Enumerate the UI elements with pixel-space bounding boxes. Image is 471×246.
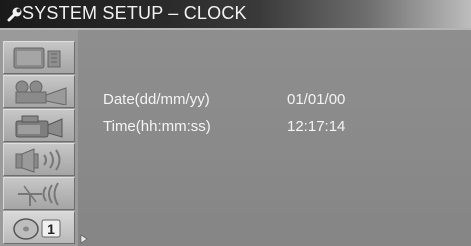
sidebar: 1 xyxy=(0,30,78,246)
date-value[interactable]: 01/01/00 xyxy=(287,91,345,108)
sidebar-item-antenna[interactable] xyxy=(3,177,75,210)
sidebar-item-disc[interactable]: 1 xyxy=(3,211,75,244)
title-bar: SYSTEM SETUP – CLOCK xyxy=(0,0,471,28)
disc-badge: 1 xyxy=(47,221,55,237)
page-title: SYSTEM SETUP – CLOCK xyxy=(22,3,247,23)
sidebar-item-movie[interactable] xyxy=(3,75,75,108)
date-label: Date(dd/mm/yy) xyxy=(103,91,210,108)
movie-camera-icon xyxy=(15,80,67,105)
monitor-icon xyxy=(13,47,61,69)
selection-arrow-icon xyxy=(80,234,88,244)
sidebar-item-video[interactable] xyxy=(3,41,75,74)
speaker-icon xyxy=(15,148,61,173)
time-value[interactable]: 12:17:14 xyxy=(287,118,345,135)
antenna-icon xyxy=(18,182,59,206)
setup-screen: SYSTEM SETUP – CLOCK 1 Date(dd/mm/yy) 01… xyxy=(0,0,471,246)
camcorder-icon xyxy=(15,115,63,138)
sidebar-item-camcorder[interactable] xyxy=(3,109,75,142)
sidebar-item-audio[interactable] xyxy=(3,143,75,176)
disc-icon: 1 xyxy=(13,218,61,240)
time-label: Time(hh:mm:ss) xyxy=(103,118,211,135)
